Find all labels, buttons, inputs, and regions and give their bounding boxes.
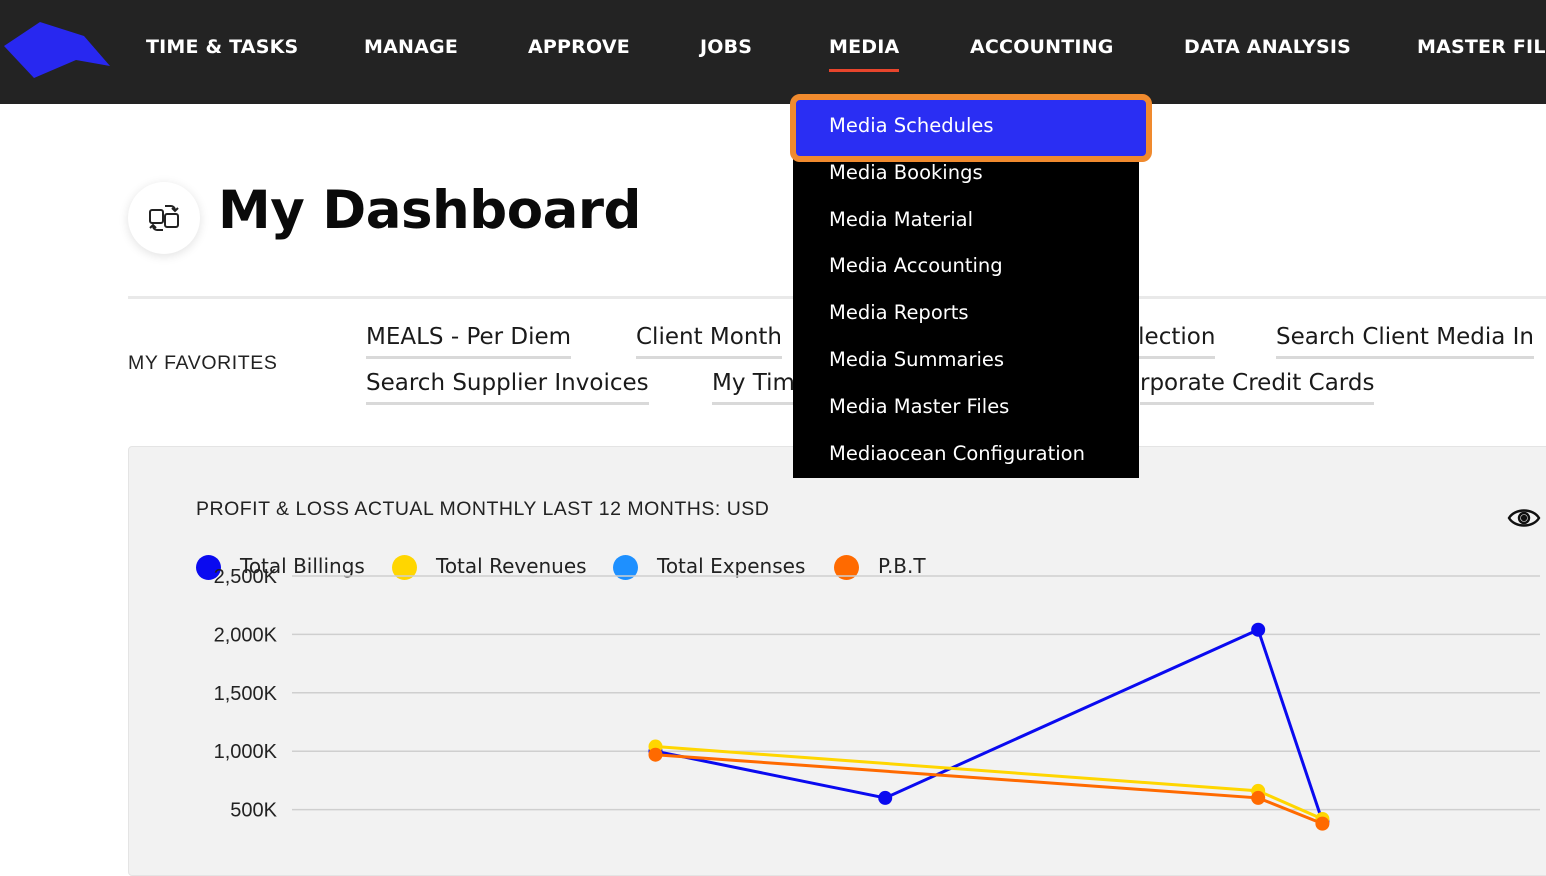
series-line (655, 745, 1324, 821)
y-tick-label: 1,000K (214, 741, 278, 763)
menu-item-mediaocean-configuration[interactable]: Mediaocean Configuration (829, 442, 1085, 465)
y-tick-label: 2,000K (214, 624, 278, 646)
series-line (655, 627, 1324, 822)
y-tick-label: 500K (230, 800, 277, 822)
line-chart: 2,500K 2,000K 1,500K 1,000K 500K (214, 566, 1540, 831)
data-point (1251, 622, 1266, 637)
menu-item-media-summaries[interactable]: Media Summaries (829, 348, 1004, 371)
menu-item-media-schedules[interactable]: Media Schedules (829, 114, 994, 137)
data-point (1251, 790, 1266, 805)
menu-item-media-accounting[interactable]: Media Accounting (829, 254, 1003, 277)
data-point (1315, 816, 1330, 831)
data-point (878, 790, 893, 805)
menu-item-media-material[interactable]: Media Material (829, 208, 973, 231)
menu-item-media-master-files[interactable]: Media Master Files (829, 395, 1009, 418)
menu-item-media-bookings[interactable]: Media Bookings (829, 161, 983, 184)
y-tick-label: 1,500K (214, 683, 278, 705)
menu-item-media-reports[interactable]: Media Reports (829, 301, 969, 324)
y-tick-label: 2,500K (214, 566, 278, 588)
data-point (648, 747, 663, 762)
